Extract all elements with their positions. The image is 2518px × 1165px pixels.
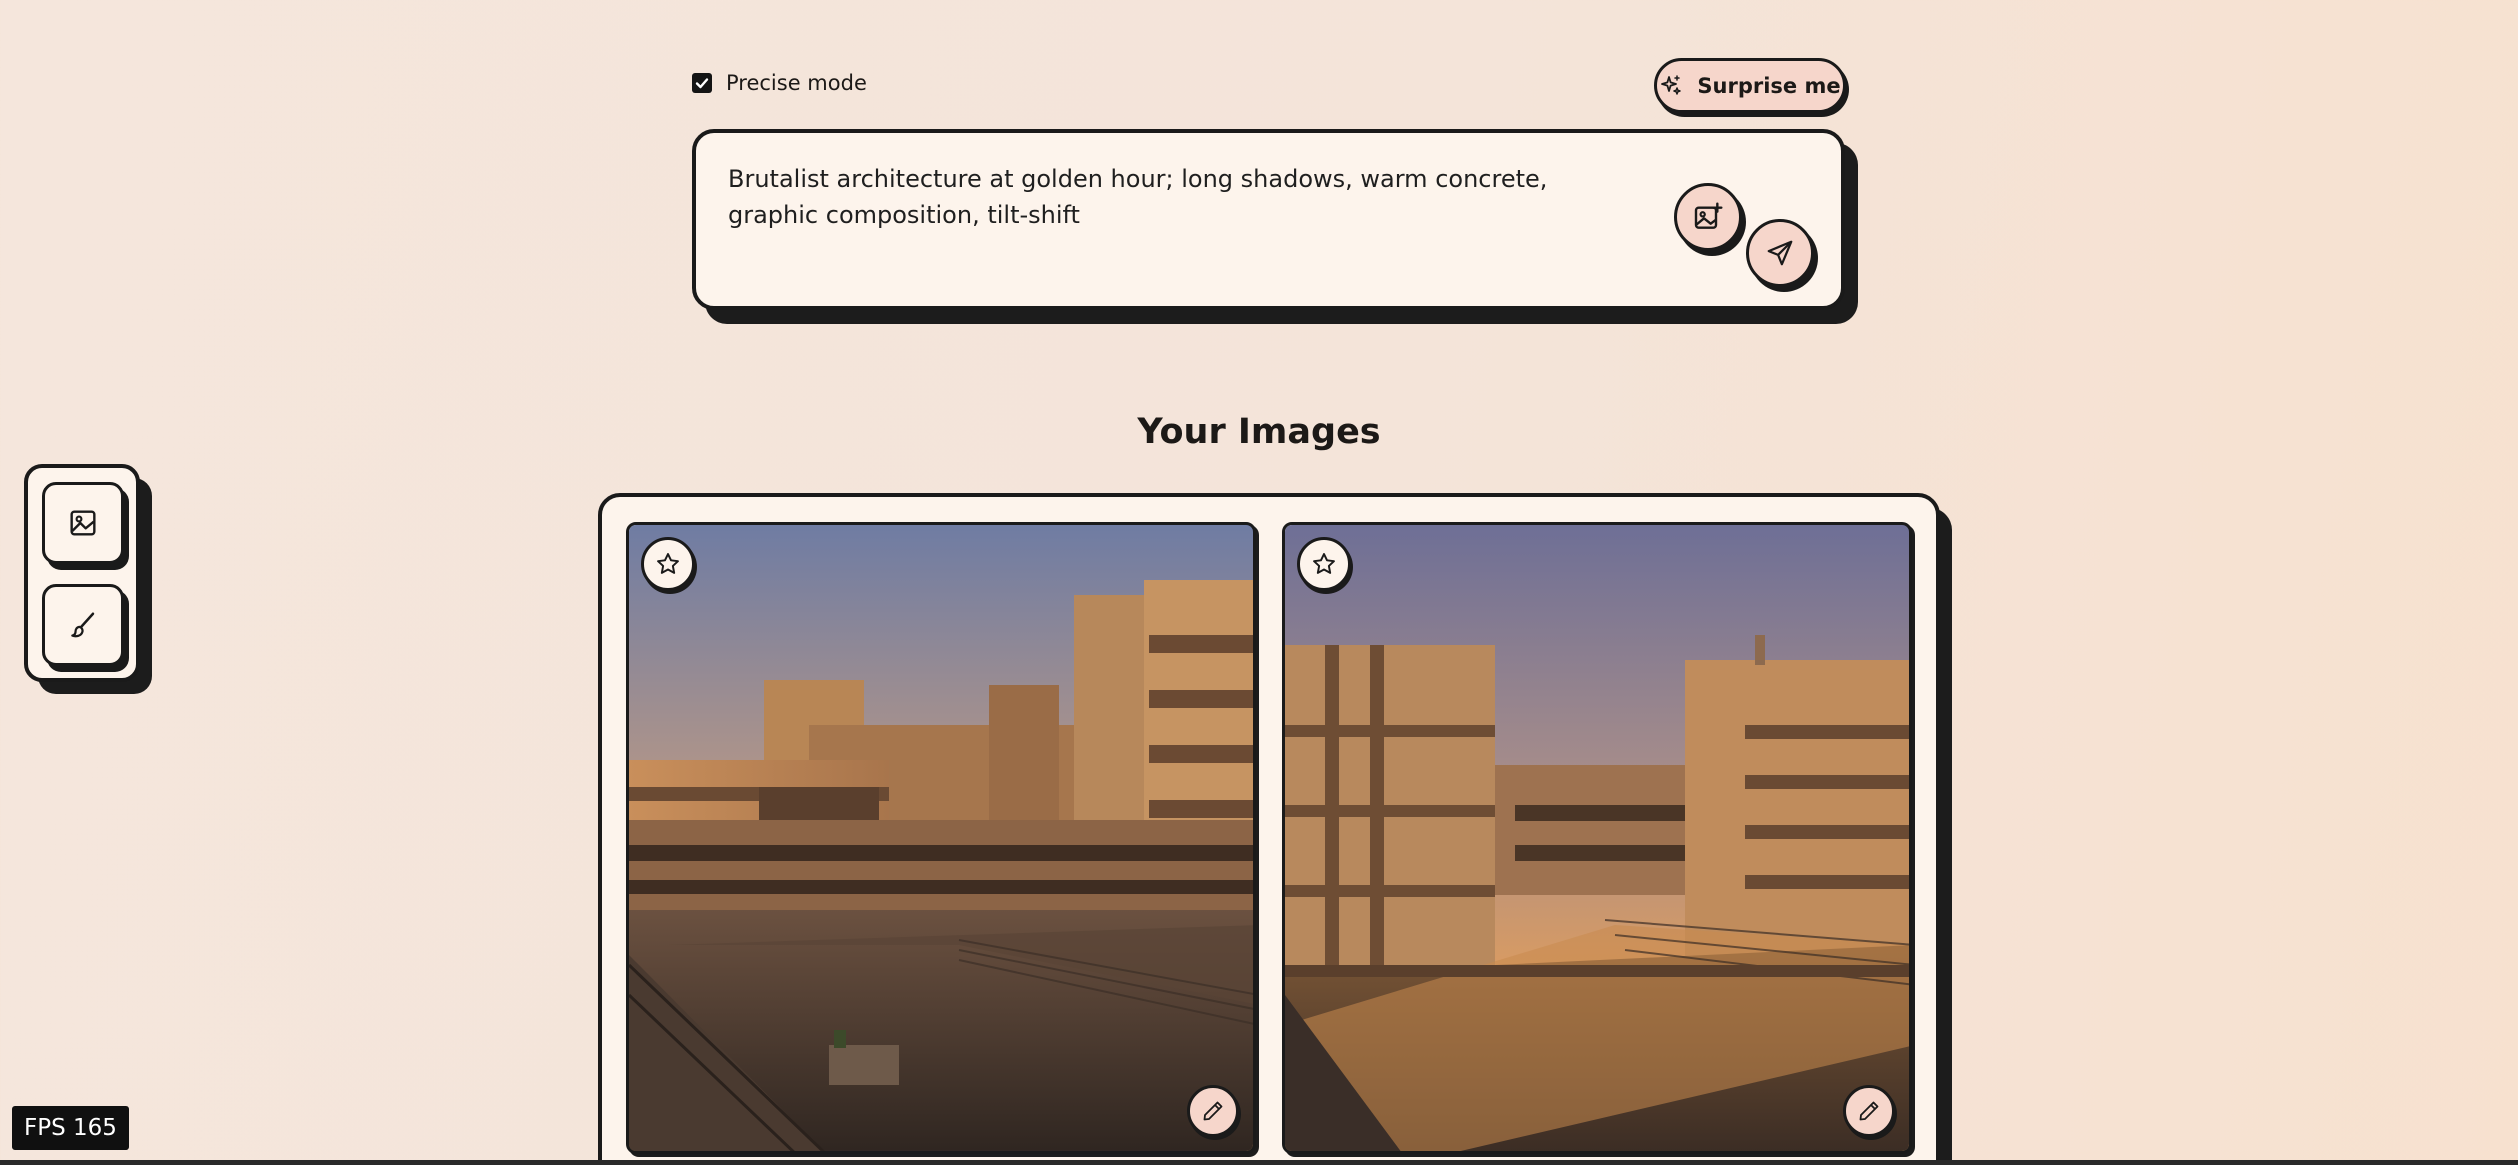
prompt-box[interactable]: Brutalist architecture at golden hour; l… — [692, 129, 1845, 310]
send-icon — [1767, 240, 1793, 266]
pencil-icon — [1203, 1101, 1223, 1121]
precise-mode-label: Precise mode — [726, 71, 867, 95]
prompt-input[interactable]: Brutalist architecture at golden hour; l… — [728, 161, 1568, 233]
image-card[interactable] — [626, 522, 1256, 1154]
edit-image-button[interactable] — [1187, 1085, 1239, 1137]
image-plus-icon — [1694, 202, 1723, 229]
favorite-button[interactable] — [1297, 537, 1351, 591]
tool-palette — [24, 464, 140, 682]
brush-tool-button[interactable] — [42, 584, 124, 666]
edit-image-button[interactable] — [1843, 1085, 1895, 1137]
image-tool-button[interactable] — [42, 482, 124, 564]
add-image-button[interactable] — [1674, 183, 1742, 251]
precise-mode-toggle[interactable]: Precise mode — [692, 71, 867, 95]
brush-icon — [71, 612, 95, 638]
surprise-me-button[interactable]: Surprise me — [1654, 58, 1846, 113]
fps-counter: FPS 165 — [12, 1106, 129, 1150]
generated-image[interactable] — [1285, 525, 1912, 1154]
sparkles-icon — [1661, 74, 1682, 95]
gallery-title: Your Images — [1137, 412, 1381, 452]
image-card[interactable] — [1282, 522, 1912, 1154]
pencil-icon — [1859, 1101, 1879, 1121]
send-button[interactable] — [1746, 219, 1814, 287]
bottom-border — [0, 1160, 2518, 1165]
surprise-me-label: Surprise me — [1697, 73, 1841, 98]
image-icon — [70, 510, 96, 536]
favorite-button[interactable] — [641, 537, 695, 591]
check-icon — [695, 78, 709, 89]
image-gallery — [598, 493, 1940, 1165]
star-icon — [657, 553, 679, 574]
precise-mode-checkbox[interactable] — [692, 73, 712, 93]
star-icon — [1313, 553, 1335, 574]
generated-image[interactable] — [629, 525, 1256, 1154]
